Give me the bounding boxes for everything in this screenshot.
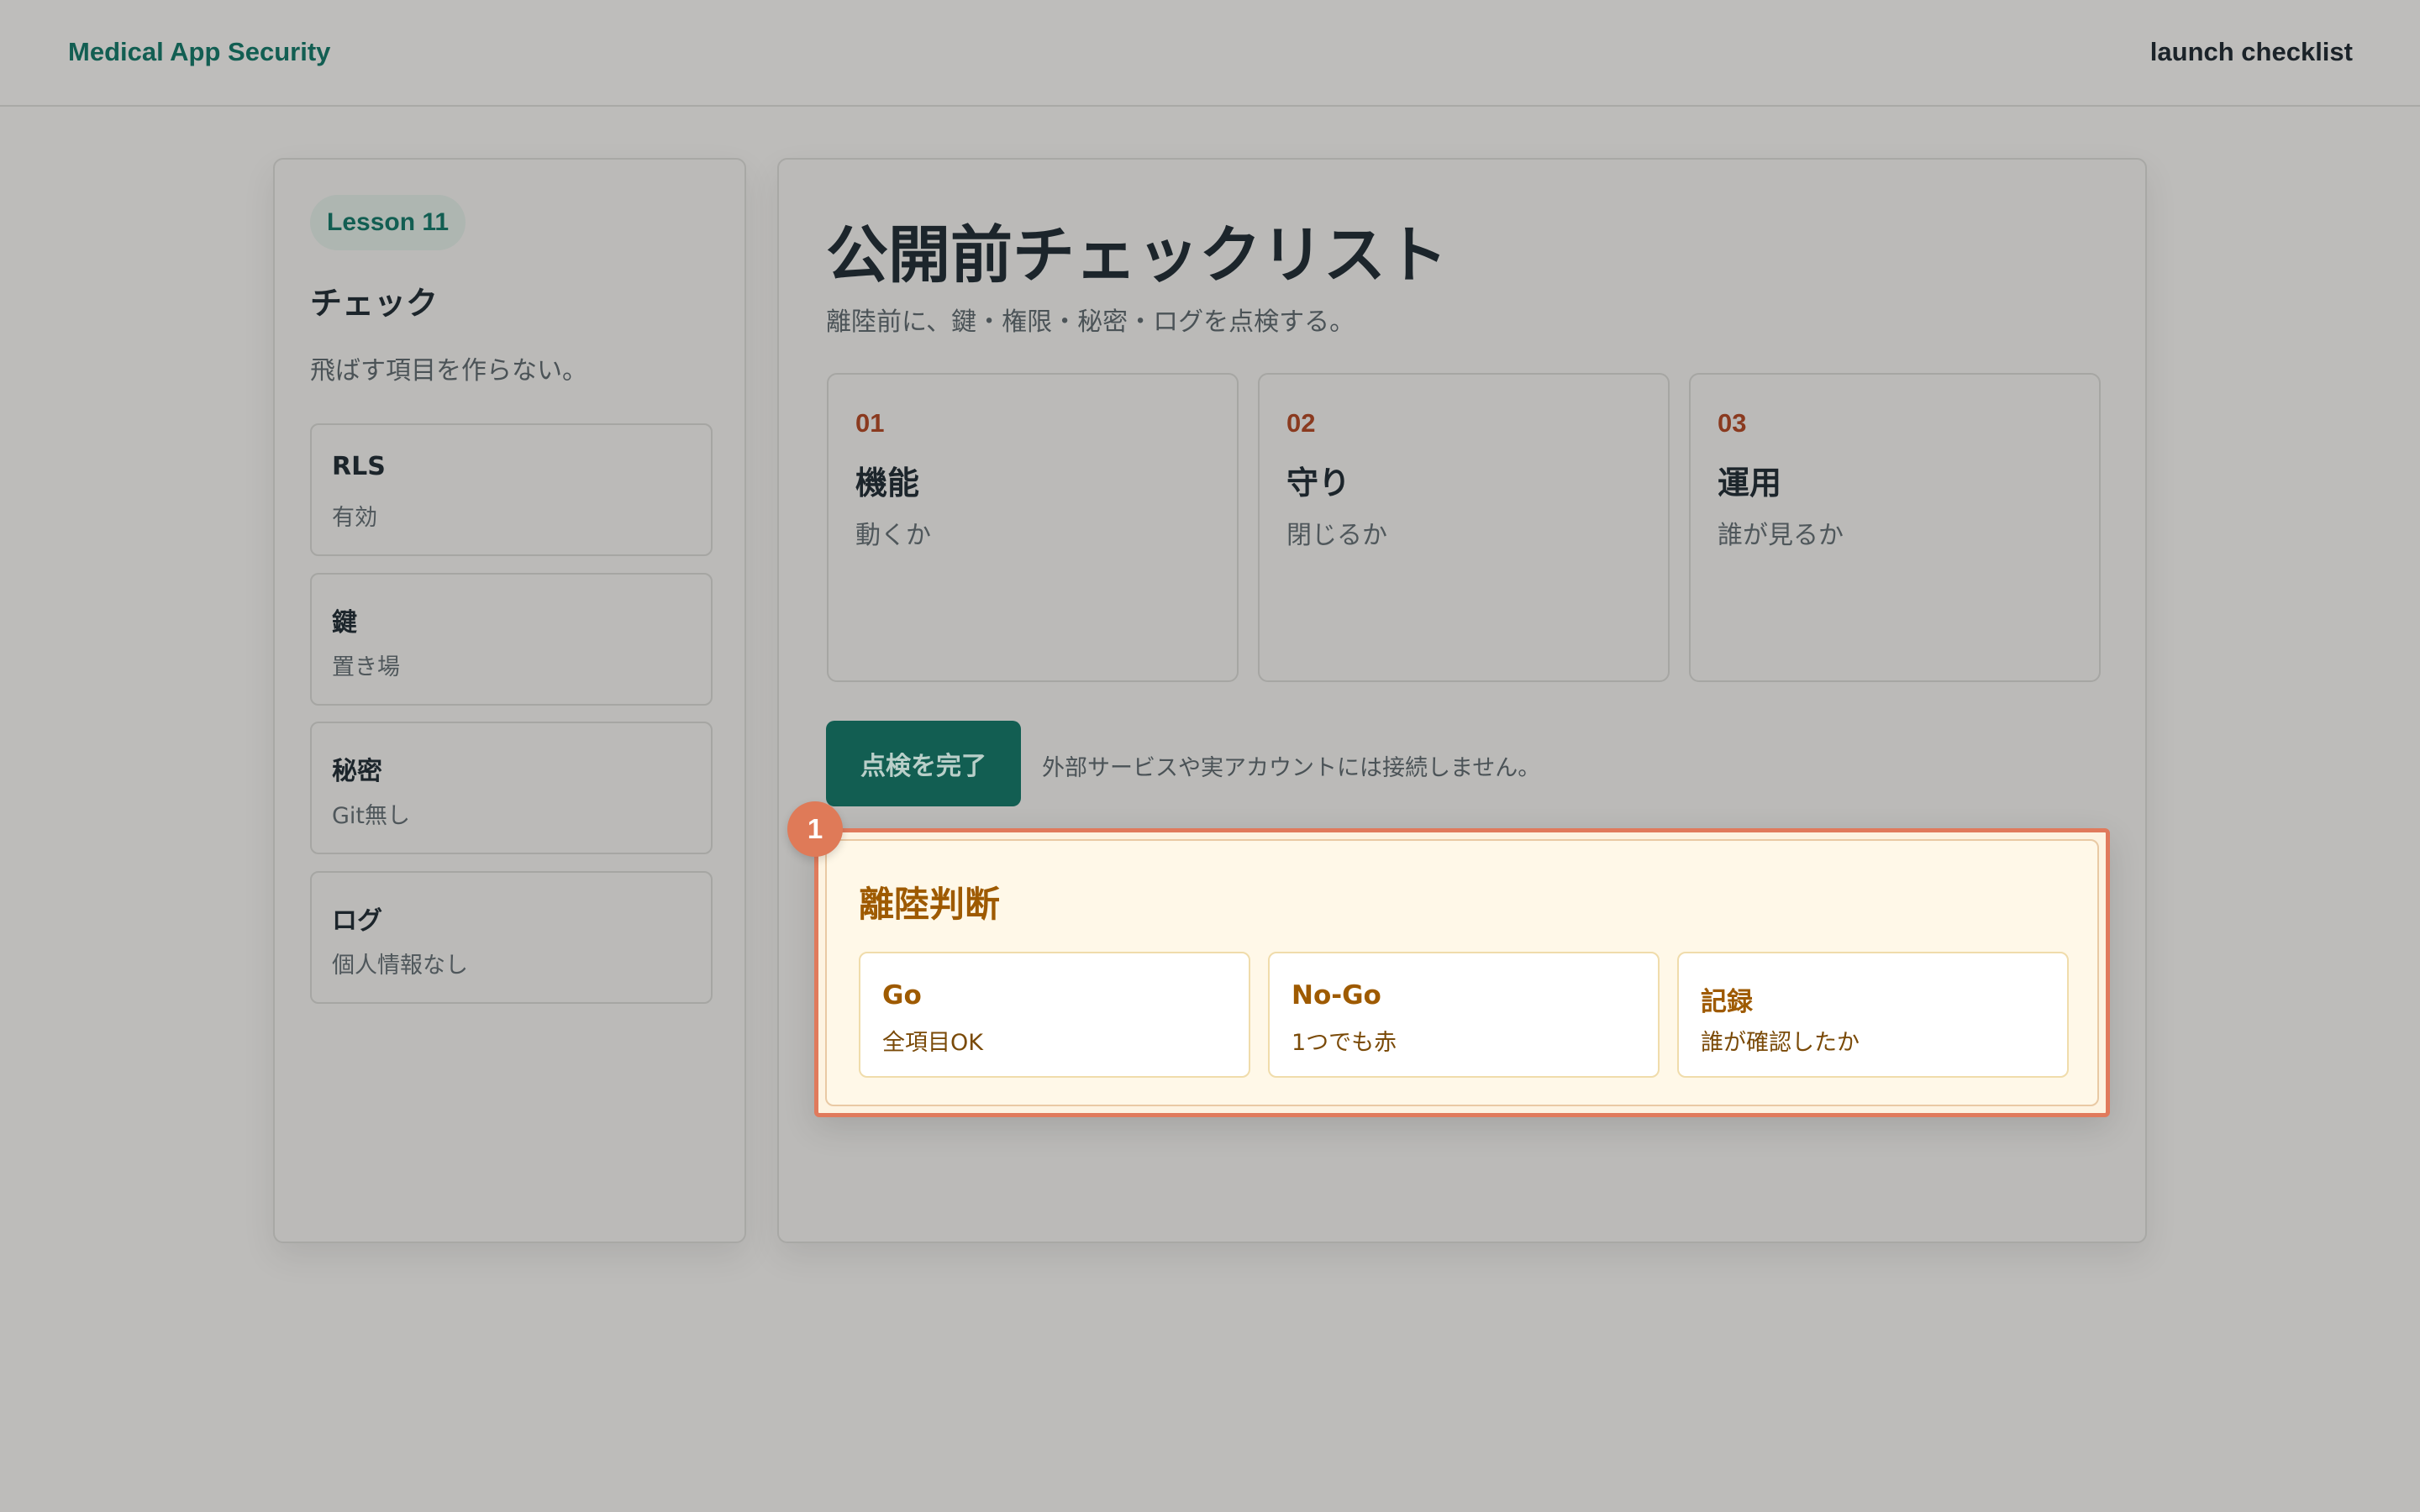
sidebar-item-desc: 有効 (332, 505, 377, 531)
callout-inner: 離陸判断 Go 全項目OK No-Go 1つでも赤 記録 誰が確認したか (825, 839, 2099, 1106)
sidebar-item-title: 秘密 (332, 757, 382, 786)
top-bar: Medical App Security launch checklist (0, 0, 2420, 107)
step-number: 02 (1286, 408, 1316, 438)
step-desc: 閉じるか (1286, 521, 1387, 550)
decision-desc: 1つでも赤 (1292, 1030, 1397, 1056)
decision-no-go: No-Go 1つでも赤 (1268, 952, 1660, 1078)
step-title: 守り (1286, 465, 1351, 501)
page-title: 公開前チェックリスト (826, 219, 1448, 291)
sidebar-item-log[interactable]: ログ 個人情報なし (310, 871, 713, 1004)
button-note: 外部サービスや実アカウントには接続しません。 (1042, 755, 1541, 781)
sidebar-item-title: RLS (332, 452, 386, 481)
complete-inspection-button[interactable]: 点検を完了 (826, 721, 1021, 806)
step-number: 01 (855, 408, 885, 438)
sidebar-subtitle: 飛ばす項目を作らない。 (310, 356, 587, 386)
decision-title: Go (882, 980, 922, 1011)
step-card-protection: 02 守り 閉じるか (1258, 373, 1670, 682)
step-desc: 誰が見るか (1718, 521, 1844, 550)
sidebar-title: チェック (310, 285, 439, 322)
sidebar: Lesson 11 チェック 飛ばす項目を作らない。 RLS 有効 鍵 置き場 … (273, 158, 746, 1243)
sidebar-item-desc: 個人情報なし (332, 953, 468, 979)
sidebar-item-secret[interactable]: 秘密 Git無し (310, 722, 713, 854)
decision-record: 記録 誰が確認したか (1677, 952, 2069, 1078)
decision-desc: 誰が確認したか (1701, 1030, 1860, 1056)
step-card-operation: 03 運用 誰が見るか (1689, 373, 2101, 682)
sidebar-item-desc: Git無し (332, 803, 411, 829)
decision-desc: 全項目OK (882, 1030, 983, 1056)
decision-go: Go 全項目OK (859, 952, 1250, 1078)
brand-logo[interactable]: Medical App Security (68, 37, 330, 67)
page-subtitle: 離陸前に、鍵・権限・秘密・ログを点検する。 (826, 307, 1355, 337)
sidebar-item-rls[interactable]: RLS 有効 (310, 423, 713, 556)
step-card-function: 01 機能 動くか (827, 373, 1239, 682)
sidebar-item-title: 鍵 (332, 608, 357, 638)
step-title: 運用 (1718, 465, 1782, 501)
sidebar-item-key[interactable]: 鍵 置き場 (310, 573, 713, 706)
lesson-badge: Lesson 11 (310, 195, 466, 250)
step-number: 03 (1718, 408, 1747, 438)
step-title: 機能 (855, 465, 920, 501)
decision-title: No-Go (1292, 980, 1381, 1011)
decision-title: 記録 (1701, 987, 1753, 1017)
takeoff-decision-callout: 離陸判断 Go 全項目OK No-Go 1つでも赤 記録 誰が確認したか (814, 828, 2110, 1117)
step-desc: 動くか (855, 521, 931, 550)
sidebar-item-desc: 置き場 (332, 654, 400, 680)
step-badge: 1 (787, 801, 843, 857)
page-label: launch checklist (2149, 37, 2353, 66)
callout-title: 離陸判断 (859, 884, 1001, 925)
sidebar-item-title: ログ (332, 906, 382, 936)
